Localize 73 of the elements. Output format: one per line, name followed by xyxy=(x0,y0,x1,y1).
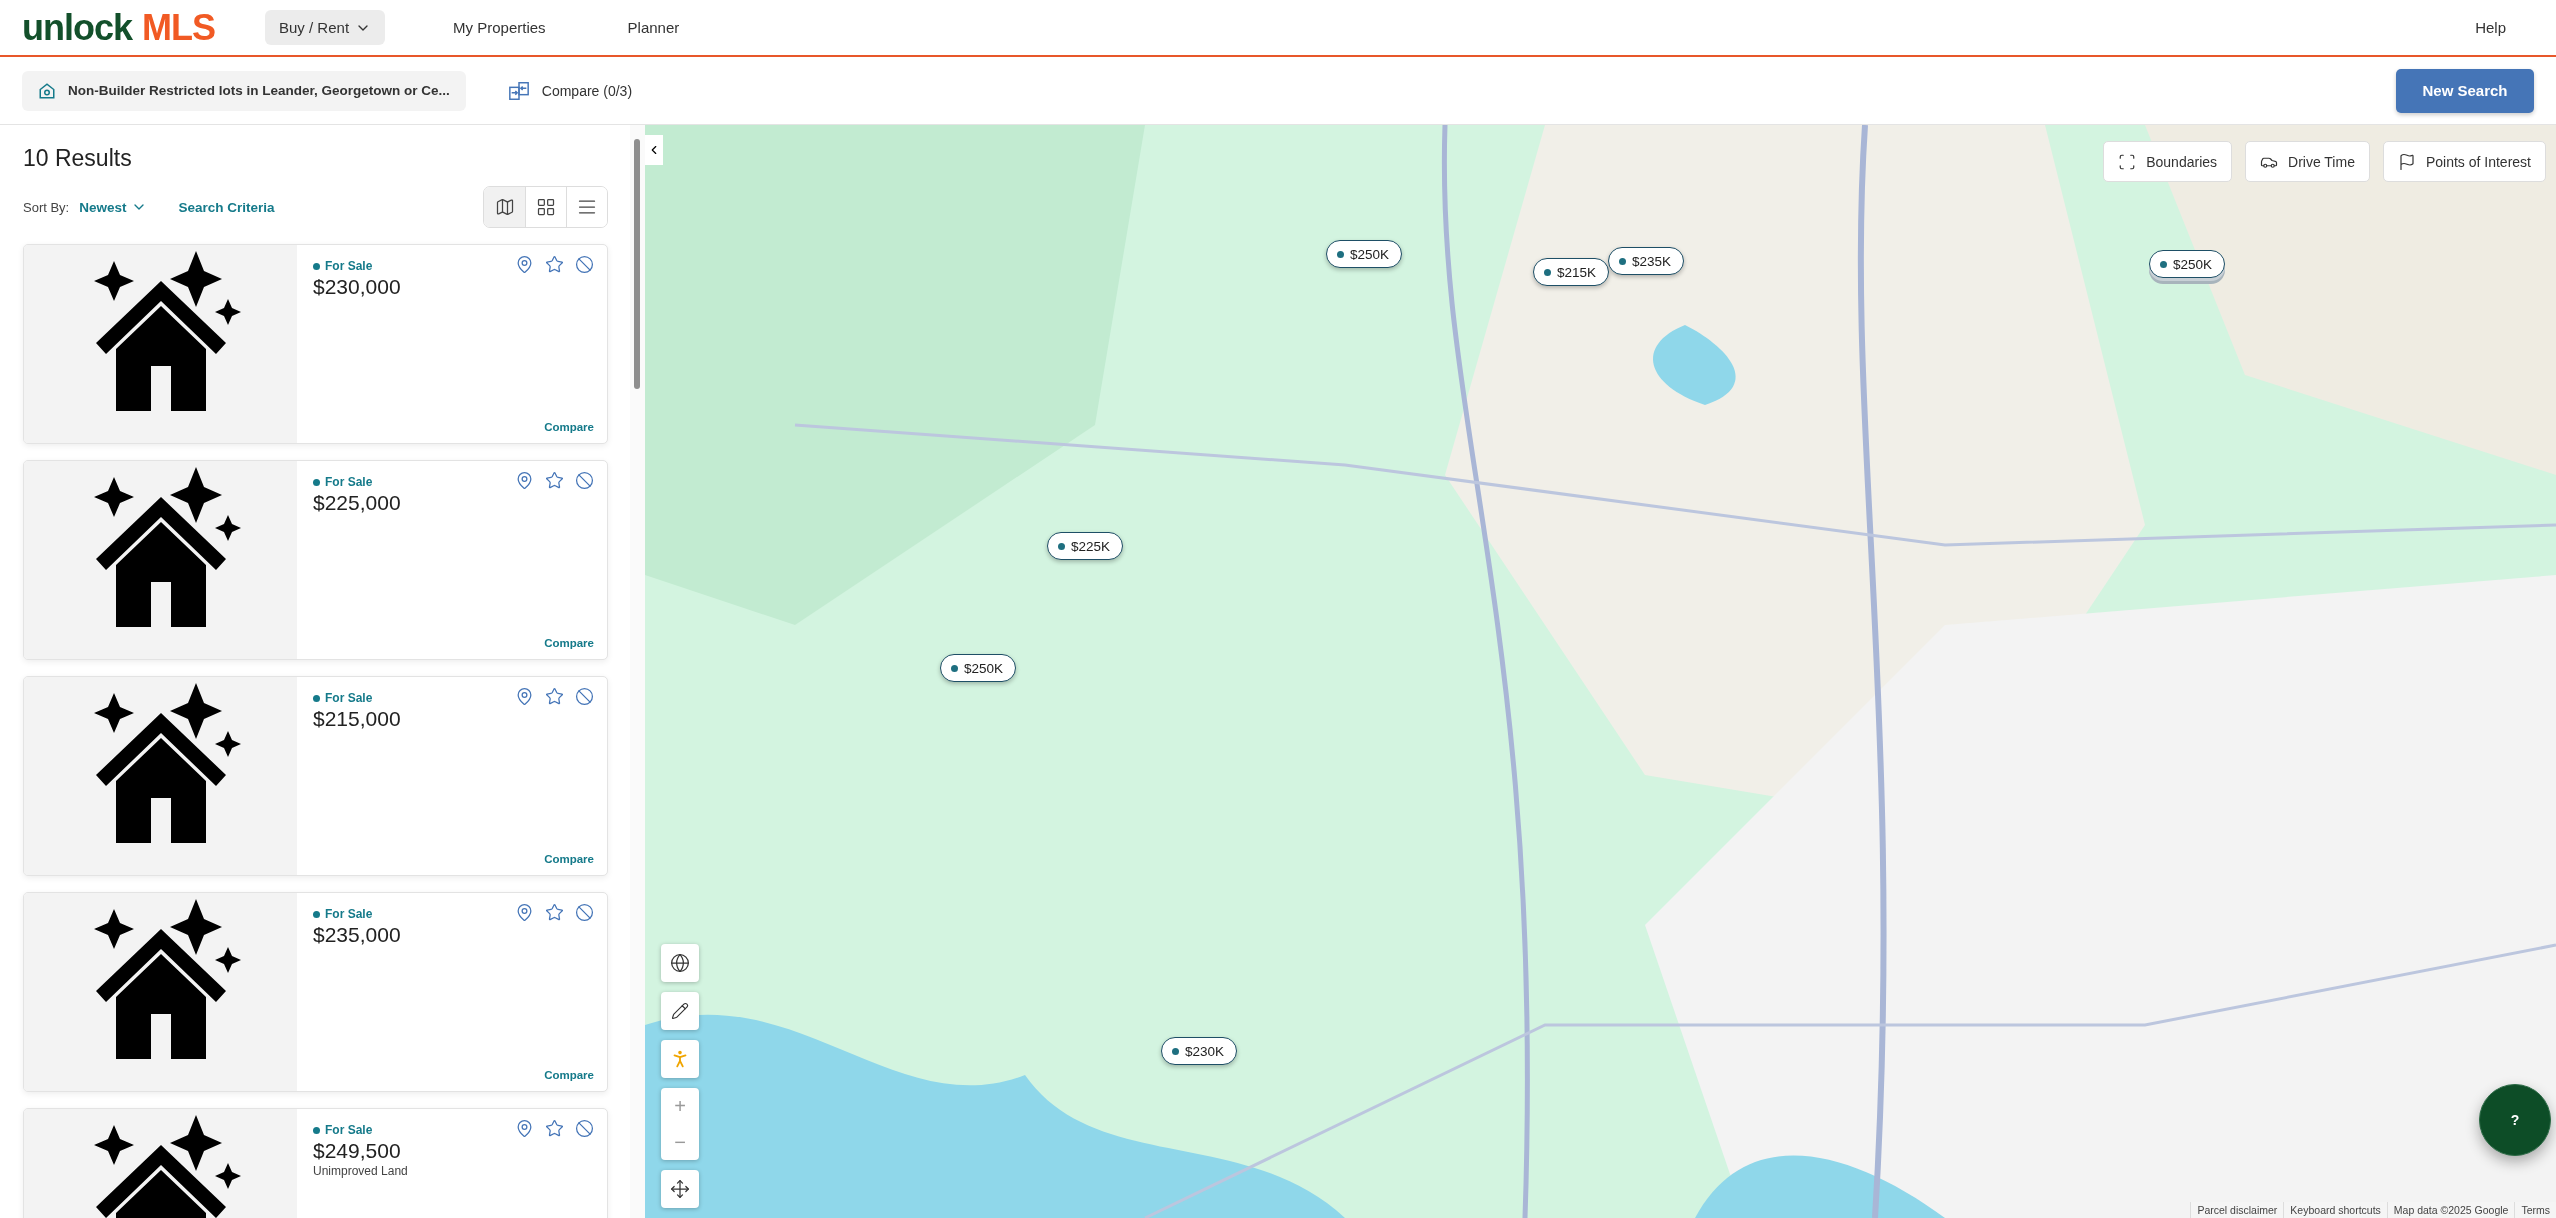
listing-card[interactable]: For Sale $249,500 Unimproved Land xyxy=(23,1108,608,1218)
star-icon[interactable] xyxy=(545,903,564,922)
attribution-link[interactable]: Map data ©2025 Google xyxy=(2386,1202,2515,1218)
price-marker[interactable]: $225K xyxy=(1047,532,1124,560)
property-type: Unimproved Land xyxy=(313,1164,409,1178)
status-label: For Sale xyxy=(313,259,594,273)
listing-card[interactable]: For Sale $225,000 Compare xyxy=(23,460,608,660)
map-tool-button[interactable]: Points of Interest xyxy=(2382,141,2546,182)
compare-link[interactable]: Compare xyxy=(544,421,594,433)
attribution-link[interactable]: Terms xyxy=(2514,1202,2556,1218)
list-view-button[interactable] xyxy=(566,187,607,227)
listing-card[interactable]: For Sale $235,000 Compare xyxy=(23,892,608,1092)
price-marker[interactable]: $250K xyxy=(1326,240,1403,268)
compare-link[interactable]: Compare xyxy=(544,637,594,649)
price-marker[interactable]: $230K xyxy=(1161,1037,1238,1065)
map-pin-icon[interactable] xyxy=(515,471,534,490)
star-icon[interactable] xyxy=(545,1119,564,1138)
star-icon[interactable] xyxy=(545,471,564,490)
price-marker[interactable]: $235K xyxy=(1608,247,1685,275)
saved-search-button[interactable]: Non-Builder Restricted lots in Leander, Georgetown or Ce... xyxy=(22,70,466,111)
grid-icon xyxy=(536,197,556,217)
scrollbar[interactable] xyxy=(630,125,645,1218)
listing-card[interactable]: For Sale $230,000 Compare xyxy=(23,244,608,444)
help-link[interactable]: Help xyxy=(2475,19,2506,36)
results-count: 10 Results xyxy=(23,145,133,172)
ban-icon[interactable] xyxy=(575,255,594,274)
map-pin-icon[interactable] xyxy=(515,687,534,706)
new-search-button[interactable]: New Search xyxy=(2396,68,2534,113)
map-view-button[interactable] xyxy=(484,187,525,227)
status-label: For Sale xyxy=(313,907,594,921)
sort-label: Sort By: xyxy=(23,199,70,215)
ban-icon[interactable] xyxy=(575,903,594,922)
map-pin-icon[interactable] xyxy=(515,1119,534,1138)
compare-link[interactable]: Compare xyxy=(544,853,594,865)
ban-icon[interactable] xyxy=(575,687,594,706)
map-pin-icon[interactable] xyxy=(515,903,534,922)
attribution-link[interactable]: Keyboard shortcuts xyxy=(2283,1202,2387,1218)
nav-link[interactable]: My Properties xyxy=(439,10,560,45)
status-label: For Sale xyxy=(313,691,594,705)
map-tool-button[interactable]: Drive Time xyxy=(2245,141,2370,182)
ban-icon[interactable] xyxy=(575,471,594,490)
star-icon[interactable] xyxy=(545,255,564,274)
price-marker[interactable]: $250K xyxy=(940,654,1017,682)
map-pin-icon[interactable] xyxy=(515,255,534,274)
listing-price: $230,000 xyxy=(313,275,402,299)
map-tool-button[interactable]: Boundaries xyxy=(2103,141,2233,182)
search-criteria-link[interactable]: Search Criteria xyxy=(178,199,275,215)
compare-button[interactable]: Compare (0/3) xyxy=(501,78,639,103)
recenter-icon[interactable] xyxy=(661,1170,699,1208)
status-label: For Sale xyxy=(313,475,594,489)
globe-icon[interactable] xyxy=(661,944,699,982)
star-icon[interactable] xyxy=(545,687,564,706)
price-marker[interactable]: $215K xyxy=(1533,258,1610,286)
flag-icon xyxy=(2397,152,2416,171)
listing-price: $235,000 xyxy=(313,923,402,947)
collapse-button[interactable] xyxy=(645,135,663,165)
attribution-link[interactable]: Parcel disclaimer xyxy=(2190,1202,2284,1218)
nav-link[interactable]: Planner xyxy=(613,10,694,45)
logo[interactable]: unlock MLS xyxy=(22,6,215,49)
compare-icon xyxy=(507,79,530,102)
listing-price: $249,500 xyxy=(313,1139,402,1163)
map-icon xyxy=(494,197,515,217)
listing-price: $215,000 xyxy=(313,707,402,731)
square-icon xyxy=(2118,152,2137,171)
listing-price: $225,000 xyxy=(313,491,402,515)
sort-dropdown[interactable]: Newest xyxy=(79,199,147,215)
house-search-icon xyxy=(38,81,56,100)
compare-link[interactable]: Compare xyxy=(544,1069,594,1081)
listing-card[interactable]: For Sale $215,000 Compare xyxy=(23,676,608,876)
status-label: For Sale xyxy=(313,1123,594,1137)
menu-dropdown[interactable]: Buy / Rent xyxy=(265,10,386,45)
pencil-icon[interactable] xyxy=(661,992,699,1030)
ban-icon[interactable] xyxy=(575,1119,594,1138)
